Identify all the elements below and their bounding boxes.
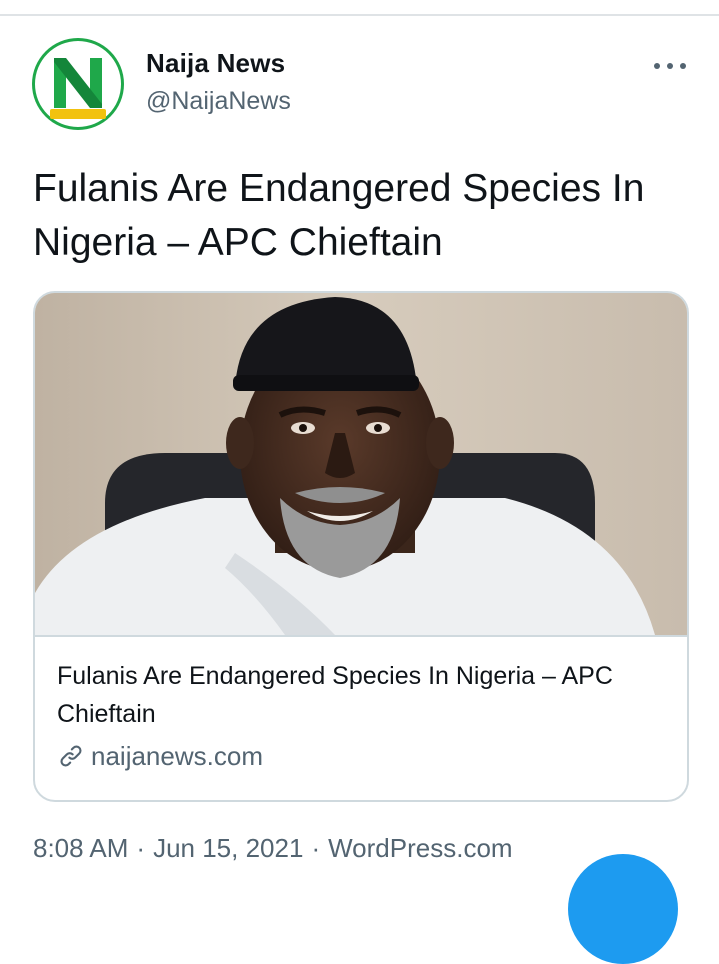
naija-news-logo-icon xyxy=(37,43,119,125)
tweet-time[interactable]: 8:08 AM xyxy=(33,833,128,863)
tweet-text: Fulanis Are Endangered Species In Nigeri… xyxy=(33,167,645,264)
meta-separator: · xyxy=(136,833,146,863)
tweet-header: Naija News @NaijaNews xyxy=(32,38,692,130)
card-domain[interactable]: naijanews.com xyxy=(57,739,263,773)
tweet-meta: 8:08 AM · Jun 15, 2021 · WordPress.com xyxy=(33,830,513,866)
more-dot xyxy=(680,63,686,69)
display-name[interactable]: Naija News xyxy=(146,48,291,78)
card-divider xyxy=(35,635,687,637)
card-domain-text[interactable]: naijanews.com xyxy=(91,741,263,772)
tweet-date[interactable]: Jun 15, 2021 xyxy=(153,833,303,863)
user-handle[interactable]: @NaijaNews xyxy=(146,86,291,116)
link-card[interactable]: Fulanis Are Endangered Species In Nigeri… xyxy=(33,291,689,802)
user-info[interactable]: Naija News @NaijaNews xyxy=(146,48,291,116)
portrait-photo xyxy=(35,293,687,635)
compose-fab-button[interactable] xyxy=(568,854,678,964)
avatar[interactable] xyxy=(32,38,124,130)
top-divider xyxy=(0,14,719,16)
more-options-icon[interactable] xyxy=(654,58,686,74)
meta-separator: · xyxy=(311,833,321,863)
tweet-source[interactable]: WordPress.com xyxy=(328,833,512,863)
link-icon xyxy=(60,745,82,767)
more-dot xyxy=(667,63,673,69)
card-image[interactable] xyxy=(35,293,687,635)
card-title[interactable]: Fulanis Are Endangered Species In Nigeri… xyxy=(57,657,657,733)
more-dot xyxy=(654,63,660,69)
